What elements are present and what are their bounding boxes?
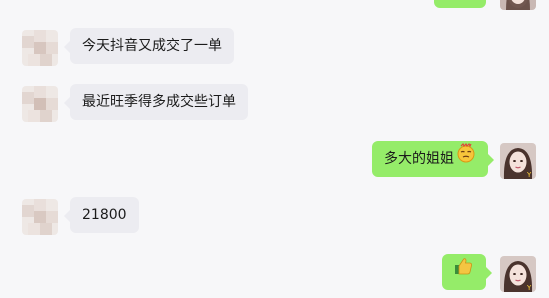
outgoing-message-row: Y [0, 254, 549, 294]
contact-avatar-image [22, 86, 58, 122]
svg-text:Y: Y [526, 284, 532, 292]
incoming-message-bubble[interactable]: 21800 [64, 197, 139, 233]
user-avatar[interactable]: Y [500, 256, 536, 292]
user-avatar[interactable] [500, 0, 536, 10]
chat-message-list[interactable]: 今天抖音又成交了一单 最近旺季得多成交些订单 多大的姐姐 Y 21800 Y [0, 0, 549, 298]
outgoing-message-row: 多大的姐姐 Y [0, 141, 549, 181]
message-text: 多大的姐姐 [384, 151, 454, 167]
user-avatar-image [500, 0, 536, 10]
incoming-message-row: 最近旺季得多成交些订单 [0, 84, 549, 124]
message-text: 21800 [82, 207, 127, 223]
user-avatar[interactable]: Y [500, 143, 536, 179]
contact-avatar[interactable] [22, 199, 58, 235]
thumbs-up-emoji-icon [454, 254, 474, 290]
message-text: 今天抖音又成交了一单 [82, 38, 222, 54]
outgoing-message-bubble-partial[interactable] [434, 0, 486, 8]
contact-avatar[interactable] [22, 86, 58, 122]
user-avatar-image: Y [500, 256, 536, 292]
contact-avatar-image [22, 30, 58, 66]
svg-text:Y: Y [526, 171, 532, 179]
contact-avatar[interactable] [22, 30, 58, 66]
contact-avatar-image [22, 199, 58, 235]
user-avatar-image: Y [500, 143, 536, 179]
incoming-message-bubble[interactable]: 最近旺季得多成交些订单 [64, 84, 248, 120]
lazy-face-emoji-icon [456, 141, 476, 177]
incoming-message-bubble[interactable]: 今天抖音又成交了一单 [64, 28, 234, 64]
outgoing-message-bubble[interactable] [442, 254, 492, 290]
message-text: 最近旺季得多成交些订单 [82, 94, 236, 110]
outgoing-message-bubble[interactable]: 多大的姐姐 [372, 141, 494, 177]
incoming-message-row: 21800 [0, 197, 549, 237]
incoming-message-row: 今天抖音又成交了一单 [0, 28, 549, 68]
